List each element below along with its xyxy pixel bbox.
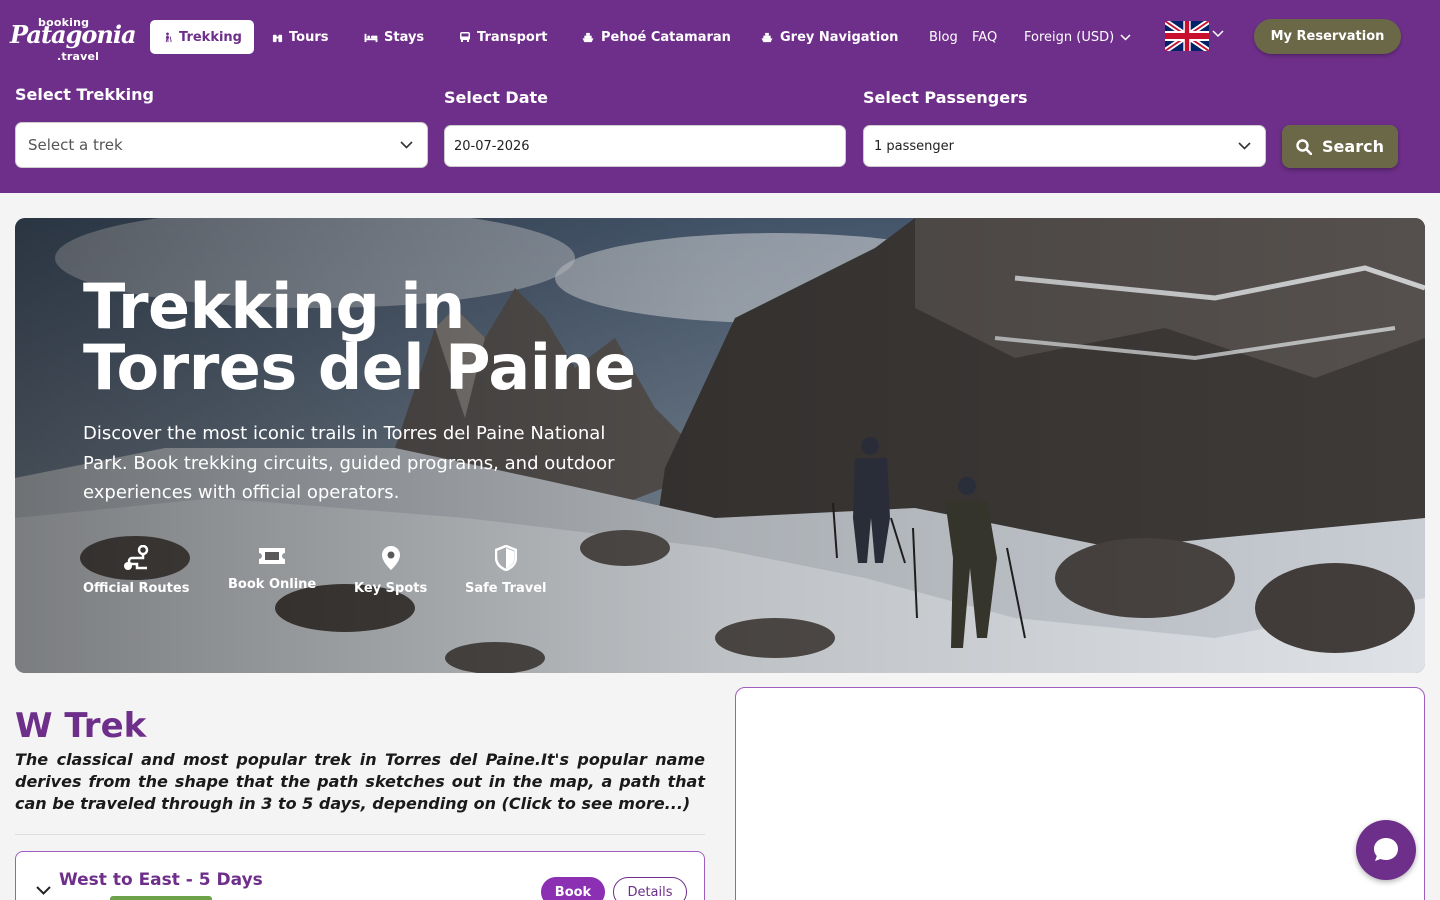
booking-patagonia-logo[interactable]: booking Patagonia .travel	[10, 14, 136, 63]
passengers-select-value: 1 passenger	[874, 138, 954, 154]
ship-icon	[761, 32, 773, 42]
chevron-down-icon	[400, 141, 413, 149]
date-input-value: 20-07-2026	[454, 138, 530, 154]
hero-description: Discover the most iconic trails in Torre…	[83, 423, 615, 503]
feature-safe-travel: Safe Travel	[465, 545, 547, 596]
hiker-icon	[165, 31, 172, 42]
book-button[interactable]: Book	[541, 877, 605, 900]
nav-stays-label: Stays	[384, 29, 425, 45]
nav-trekking[interactable]: Trekking	[150, 20, 254, 54]
my-reservation-button[interactable]: My Reservation	[1254, 19, 1401, 54]
side-panel	[735, 687, 1425, 900]
my-reservation-label: My Reservation	[1270, 29, 1385, 44]
trek-select[interactable]: Select a trek	[15, 122, 428, 168]
hero-title-line2: Torres del Paine	[83, 331, 636, 404]
nav-pehoe-catamaran[interactable]: Pehoé Catamaran	[569, 20, 743, 54]
nav-grey-navigation-label: Grey Navigation	[780, 29, 899, 45]
bed-icon	[364, 33, 378, 42]
map-pin-icon	[381, 546, 400, 570]
faq-link-label: FAQ	[972, 29, 998, 45]
select-date-label: Select Date	[444, 88, 548, 107]
feature-key-spots: Key Spots	[354, 545, 427, 596]
feature-book-online: Book Online	[228, 545, 316, 592]
hero-title: Trekking in Torres del Paine	[83, 270, 636, 404]
chevron-down-icon[interactable]	[1212, 30, 1224, 38]
chat-button[interactable]	[1356, 820, 1416, 880]
ticket-icon	[259, 548, 286, 564]
nav-transport-label: Transport	[477, 29, 548, 45]
book-button-label: Book	[554, 884, 592, 900]
logo-sub-text: .travel	[57, 50, 100, 63]
select-trekking-label: Select Trekking	[15, 85, 154, 104]
uk-flag-icon[interactable]	[1165, 21, 1209, 51]
chevron-down-icon	[1238, 142, 1251, 150]
chevron-down-icon	[1120, 33, 1131, 41]
hero-title-line1: Trekking in	[83, 270, 465, 343]
nav-transport[interactable]: Transport	[447, 20, 559, 54]
details-button-label: Details	[627, 884, 673, 900]
nav-tours-label: Tours	[289, 29, 329, 45]
currency-label: Foreign (USD)	[1024, 29, 1115, 45]
route-card-title: West to East - 5 Days	[59, 870, 263, 890]
feature-official-routes: Official Routes	[83, 545, 189, 596]
route-card-badge	[110, 896, 212, 900]
search-button-label: Search	[1322, 137, 1384, 156]
search-icon	[1296, 138, 1313, 155]
blog-link[interactable]: Blog	[929, 20, 958, 54]
chevron-down-icon[interactable]	[36, 886, 51, 895]
nav-stays[interactable]: Stays	[352, 20, 436, 54]
route-card[interactable]: West to East - 5 Days Book Details	[15, 851, 705, 900]
details-button[interactable]: Details	[613, 877, 687, 900]
currency-selector[interactable]: Foreign (USD)	[1024, 20, 1131, 54]
nav-tours[interactable]: Tours	[260, 20, 340, 54]
logo-main-text: Patagonia	[10, 20, 136, 49]
trek-description[interactable]: The classical and most popular trek in T…	[15, 749, 705, 815]
shield-icon	[494, 545, 517, 571]
nav-trekking-label: Trekking	[179, 29, 242, 45]
search-button[interactable]: Search	[1282, 125, 1398, 168]
trek-select-placeholder: Select a trek	[28, 136, 123, 154]
blog-link-label: Blog	[929, 29, 958, 45]
feature-book-online-label: Book Online	[228, 577, 317, 592]
nav-grey-navigation[interactable]: Grey Navigation	[748, 20, 910, 54]
section-divider	[15, 834, 705, 835]
hero-banner: Trekking in Torres del Paine Discover th…	[15, 218, 1425, 673]
feature-official-routes-label: Official Routes	[83, 581, 190, 596]
feature-key-spots-label: Key Spots	[354, 581, 428, 596]
route-icon	[124, 545, 149, 570]
binoculars-icon	[272, 34, 283, 42]
nav-pehoe-catamaran-label: Pehoé Catamaran	[601, 29, 731, 45]
bus-icon	[460, 32, 470, 42]
top-header: booking Patagonia .travel Trekking Tours…	[0, 0, 1440, 193]
passengers-select[interactable]: 1 passenger	[863, 125, 1266, 167]
select-passengers-label: Select Passengers	[863, 88, 1028, 107]
date-input[interactable]: 20-07-2026	[444, 125, 846, 167]
feature-safe-travel-label: Safe Travel	[465, 581, 547, 596]
trek-title: W Trek	[15, 706, 147, 746]
ship-icon	[582, 32, 594, 42]
faq-link[interactable]: FAQ	[972, 20, 997, 54]
chat-bubble-icon	[1374, 838, 1398, 861]
